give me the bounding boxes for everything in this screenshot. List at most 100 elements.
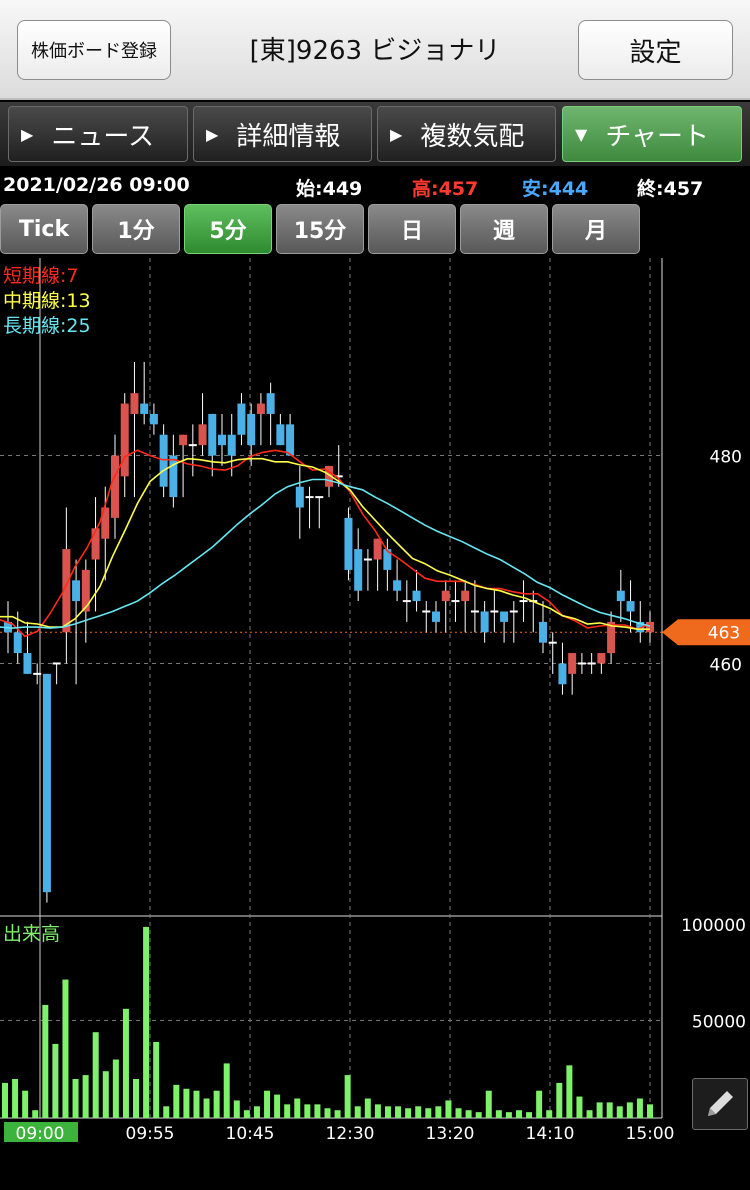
volume-bar [495,1110,502,1118]
volume-bar [395,1106,402,1118]
volume-bar [2,1082,8,1118]
candle-body [295,486,304,508]
period-15min[interactable]: 15分 [276,204,364,254]
tab-label: ニュース [51,121,155,152]
chart-grid [0,258,750,1119]
volume-bar [22,1090,29,1118]
volume-bar [42,1004,49,1118]
register-board-button[interactable]: 株価ボード登録 [17,20,171,80]
tab-chart[interactable]: ▼ チャート [562,106,742,162]
volume-bar [445,1100,452,1118]
current-price-label: 463 [708,623,740,643]
candle-body [42,673,51,893]
time-tick-label: 15:00 [626,1124,675,1144]
settings-button[interactable]: 設定 [578,20,733,80]
candle-body [266,393,275,414]
candle-body [237,403,246,435]
volume-bar [173,1084,180,1118]
tab-details[interactable]: ▶ 詳細情報 [193,106,372,162]
price-tick-label: 480 [710,448,742,468]
volume-bar [133,1079,140,1118]
volume-bar [596,1102,603,1118]
volume-tick-label: 100000 [681,916,746,936]
volume-bar [415,1106,422,1118]
volume-bar [92,1032,99,1118]
candle-body [130,393,139,414]
volume-bar [405,1108,412,1118]
candle-body [616,590,625,602]
volume-bar [284,1104,291,1118]
candle-body [179,434,188,446]
stock-chart[interactable]: 短期線:7 中期線:13 長期線:25 出来高 463 480 460 100000… [0,258,750,1190]
volume-bar [32,1110,39,1118]
volume-bar [455,1108,462,1118]
nav-bar: ▶ ニュース ▶ 詳細情報 ▶ 複数気配 ▼ チャート [0,102,750,166]
volume-bar [384,1106,391,1118]
candle-body [597,653,606,664]
volume-bar [193,1090,200,1118]
volume-bar [314,1104,321,1118]
volume-bar [566,1065,573,1118]
volume-bar [253,1106,260,1118]
volume-bar [243,1110,250,1118]
candle-body [539,621,547,643]
period-tick[interactable]: Tick [0,204,88,254]
axis-labels: 短期線:7 中期線:13 長期線:25 出来高 463 480 460 100000… [3,265,746,1144]
candle-body [373,538,382,560]
tab-news[interactable]: ▶ ニュース [8,106,188,162]
candle-body [208,413,217,456]
triangle-right-icon: ▶ [390,124,403,144]
candle-body [13,632,22,654]
volume-bar [274,1094,281,1118]
period-week[interactable]: 週 [460,204,548,254]
period-5min[interactable]: 5分 [184,204,272,254]
candle-body [247,413,256,446]
candle-body [256,403,265,414]
tab-multi-quotes[interactable]: ▶ 複数気配 [377,106,556,162]
volume-tick-label: 50000 [692,1013,746,1033]
volume-bar [233,1100,240,1118]
candle-body [276,424,285,446]
time-tick-label: 09:00 [16,1124,65,1144]
volume-bar [334,1110,341,1118]
candle-body [500,611,509,622]
volume-bar [183,1088,190,1118]
volume-bar [354,1106,361,1118]
candle-body [441,590,450,602]
volume-bar [576,1096,583,1118]
volume-bar [102,1071,109,1118]
candle-body [72,580,81,602]
pencil-button[interactable] [692,1078,748,1130]
candle-body [432,611,440,622]
volume-bar [586,1110,593,1118]
candle-body [120,403,129,477]
candle-body [344,517,353,570]
legend-long-ma: 長期線:25 [3,315,91,337]
volume-bar [556,1082,563,1118]
volume-bar [647,1104,653,1118]
pencil-icon [708,1091,733,1116]
volume-bar [82,1075,89,1118]
volume-bar [526,1112,533,1118]
volume-bar [223,1063,230,1118]
volume-bar [163,1106,170,1118]
open-price: 始:449 [296,178,363,200]
candle-body [568,653,577,674]
volume-bar [203,1098,210,1118]
period-1min[interactable]: 1分 [92,204,180,254]
candle-body [461,590,470,602]
period-month[interactable]: 月 [552,204,640,254]
candle-body [149,413,158,425]
volume-label: 出来高 [3,923,60,945]
close-price: 終:457 [637,178,704,200]
candle-body [646,621,654,633]
time-tick-label: 09:55 [126,1124,175,1144]
period-day[interactable]: 日 [368,204,456,254]
datetime: 2021/02/26 09:00 [3,174,190,196]
volume-bar [536,1090,543,1118]
candle-body [480,611,489,633]
volume-bar [626,1102,633,1118]
time-tick-label: 14:10 [526,1124,575,1144]
legend-short-ma: 短期線:7 [3,265,79,287]
candle-body [81,569,90,612]
